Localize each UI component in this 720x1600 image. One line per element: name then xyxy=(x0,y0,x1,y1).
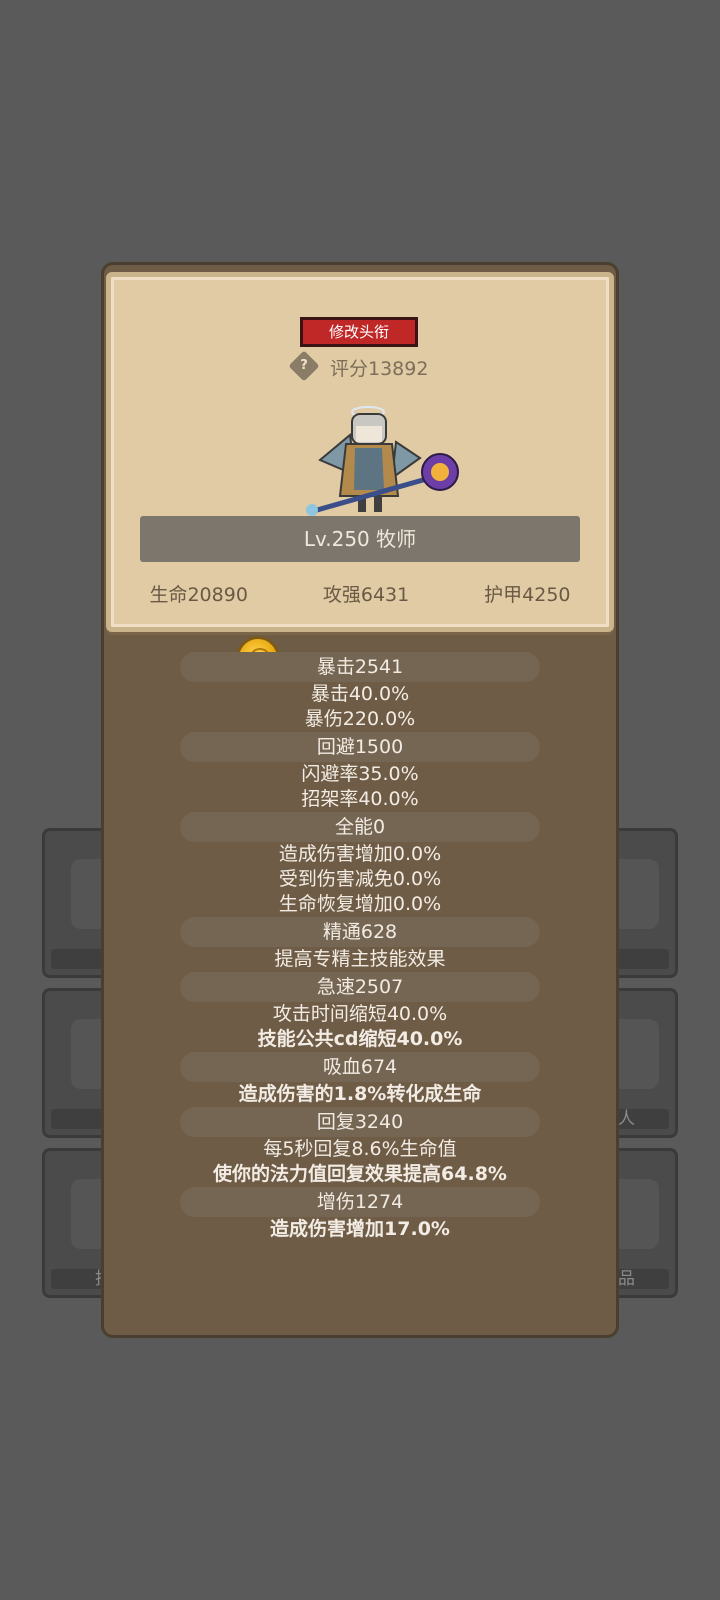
stat-line: 技能公共cd缩短40.0% xyxy=(257,1028,463,1050)
secondary-stats-list: 暴击2541 暴击40.0% 暴伤220.0% 回避1500 闪避率35.0% … xyxy=(180,652,540,1242)
stat-line: 造成伤害增加0.0% xyxy=(278,843,442,865)
help-icon[interactable]: ? xyxy=(288,350,320,382)
stat-line: 暴伤220.0% xyxy=(304,708,416,730)
stat-line: 造成伤害增加17.0% xyxy=(270,1218,450,1240)
stat-line: 提高专精主技能效果 xyxy=(274,948,446,970)
haste-header: 急速2507 xyxy=(180,972,540,1002)
health-stat: 生命20890 xyxy=(149,584,248,606)
armor-stat: 护甲4250 xyxy=(484,584,571,606)
stat-line: 招架率40.0% xyxy=(301,788,419,810)
versatility-header: 全能0 xyxy=(180,812,540,842)
avoidance-header: 回避1500 xyxy=(180,732,540,762)
change-title-button[interactable]: 修改头衔 xyxy=(300,317,418,347)
score-text: 评分13892 xyxy=(330,358,429,380)
stat-line: 生命恢复增加0.0% xyxy=(278,893,442,915)
damage-bonus-header: 增伤1274 xyxy=(180,1187,540,1217)
stat-line: 攻击时间缩短40.0% xyxy=(272,1003,448,1025)
priest-character-avatar xyxy=(306,406,459,516)
stat-line: 使你的法力值回复效果提高64.8% xyxy=(213,1163,507,1185)
attack-power-stat: 攻强6431 xyxy=(322,584,410,606)
stat-line: 闪避率35.0% xyxy=(301,763,419,785)
stat-line: 受到伤害减免0.0% xyxy=(278,868,442,890)
stat-line: 造成伤害的1.8%转化成生命 xyxy=(238,1083,482,1105)
stat-line: 暴击40.0% xyxy=(310,683,410,705)
regen-header: 回复3240 xyxy=(180,1107,540,1137)
help-icon-glyph: ? xyxy=(300,358,308,373)
crit-header: 暴击2541 xyxy=(180,652,540,682)
level-class-bar: Lv.250 牧师 xyxy=(140,516,580,562)
stat-line: 每5秒回复8.6%生命值 xyxy=(263,1138,457,1160)
lifesteal-header: 吸血674 xyxy=(180,1052,540,1082)
base-stats-row: 生命20890 攻强6431 护甲4250 xyxy=(112,580,608,606)
mastery-header: 精通628 xyxy=(180,917,540,947)
